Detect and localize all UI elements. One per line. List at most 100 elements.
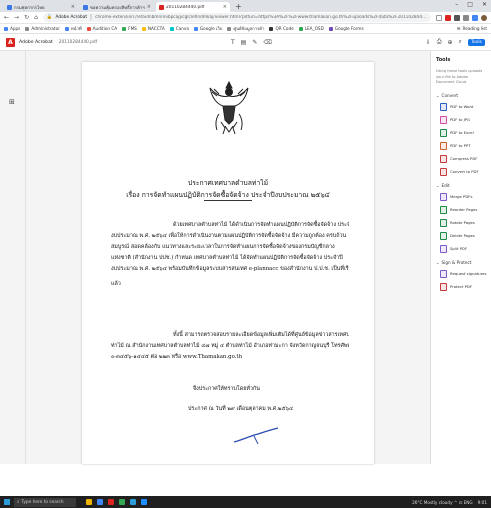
maximize-icon[interactable]: □ bbox=[467, 1, 473, 8]
tab-favicon-icon bbox=[83, 4, 88, 10]
announcement-subject: เรื่อง การจัดทำแผนปฏิบัติการจัดซื้อจัดจ้… bbox=[126, 191, 330, 199]
new-tab-button[interactable]: + bbox=[235, 2, 242, 11]
tool-item[interactable]: Convert to PDF bbox=[436, 167, 487, 176]
reload-icon[interactable]: ↻ bbox=[24, 14, 29, 21]
windows-start-icon[interactable] bbox=[4, 499, 10, 505]
home-icon[interactable]: ⌂ bbox=[34, 14, 38, 21]
tool-item[interactable]: PDF to Word bbox=[436, 102, 487, 111]
tool-label: Protect PDF bbox=[450, 284, 473, 289]
bookmark-item[interactable]: ศูนย์ข้อมูลการค้า bbox=[227, 25, 264, 32]
annotation-tools: T ▤ ✎ ⌫ bbox=[231, 39, 272, 46]
pen-icon[interactable]: ✎ bbox=[252, 39, 257, 46]
left-nav-strip: ⊞ bbox=[0, 51, 26, 464]
tool-item[interactable]: Reorder Pages bbox=[436, 205, 487, 214]
tool-item[interactable]: Request signatures bbox=[436, 269, 487, 278]
zoom-icon[interactable]: ⊕ bbox=[448, 39, 453, 46]
reading-list-button[interactable]: ☰ Reading list bbox=[457, 26, 487, 31]
browser-tab[interactable]: กรมศุลกากรไทย × bbox=[4, 2, 78, 12]
document-viewport[interactable]: ประกาศเทศบาลตำบลท่าไม้ เรื่อง การจัดทำแผ… bbox=[26, 51, 430, 464]
tools-panel-description: Using these tools uploads your file to A… bbox=[436, 69, 483, 84]
tools-panel-title: Tools bbox=[436, 57, 451, 63]
tray-status: 26°C Mostly cloudy ^ ⊡ ENG bbox=[412, 499, 473, 505]
forward-icon[interactable]: → bbox=[14, 14, 19, 21]
bookmark-label: หน้าที่ bbox=[70, 26, 82, 31]
bookmark-favicon-icon bbox=[227, 26, 232, 31]
extension-icon[interactable] bbox=[454, 14, 460, 21]
announcement-title: ประกาศเทศบาลตำบลท่าไม้ bbox=[187, 179, 269, 187]
tool-label: Split PDF bbox=[450, 246, 468, 251]
tool-item[interactable]: PDF to PPT bbox=[436, 141, 487, 150]
bookmark-label: ศูนย์ข้อมูลการค้า bbox=[233, 26, 265, 31]
bookmark-favicon-icon bbox=[64, 26, 69, 31]
tool-label: PDF to JPG bbox=[450, 117, 470, 122]
extension-icon[interactable] bbox=[472, 14, 478, 21]
tool-item[interactable]: PDF to Excel bbox=[436, 128, 487, 137]
pdf-favicon-icon bbox=[159, 4, 164, 10]
minimize-icon[interactable]: – bbox=[455, 1, 458, 8]
bookmark-item[interactable]: Audition CA bbox=[86, 26, 118, 31]
taskbar-app-icon[interactable] bbox=[141, 499, 147, 505]
reading-list-icon: ☰ bbox=[456, 26, 461, 31]
bookmark-favicon-icon bbox=[328, 26, 333, 31]
taskbar-app-icon[interactable] bbox=[86, 499, 92, 505]
bookmark-label: Audition CA bbox=[92, 26, 118, 31]
tool-item[interactable]: Split PDF bbox=[436, 244, 487, 253]
tool-item[interactable]: Merge PDFs bbox=[436, 192, 487, 201]
tools-panel: Tools Using these tools uploads your fil… bbox=[430, 51, 491, 464]
back-icon[interactable]: ← bbox=[4, 14, 9, 21]
print-icon[interactable]: ⎙ bbox=[437, 38, 442, 46]
tool-item[interactable]: PDF to JPG bbox=[436, 115, 487, 124]
bookmark-item[interactable]: Canva bbox=[169, 26, 189, 31]
page-thumbnail-icon[interactable]: ⊞ bbox=[9, 98, 15, 106]
extension-icon[interactable] bbox=[445, 14, 451, 21]
bookmark-item[interactable]: Google Forms bbox=[328, 26, 364, 31]
window-controls: – □ ✕ bbox=[455, 1, 487, 8]
bookmark-item[interactable]: หน้าที่ bbox=[64, 25, 82, 32]
extension-icons bbox=[436, 14, 487, 21]
paragraph-1: ด้วยเทศบาลตำบลท่าไม้ ได้ดำเนินการจัดทำแผ… bbox=[111, 220, 349, 275]
bookmark-item[interactable]: Apps bbox=[4, 26, 20, 31]
close-tab-icon[interactable]: × bbox=[147, 4, 151, 10]
close-window-icon[interactable]: ✕ bbox=[482, 1, 487, 8]
bookmark-item[interactable]: NACCTA bbox=[141, 26, 165, 31]
close-tab-icon[interactable]: × bbox=[71, 4, 75, 10]
erase-icon[interactable]: ⌫ bbox=[263, 39, 271, 46]
browser-tab-active[interactable]: 20110284440.pdf × bbox=[156, 2, 230, 12]
tool-item[interactable]: Delete Pages bbox=[436, 231, 487, 240]
bookmark-item[interactable]: LEA_OSD bbox=[298, 26, 324, 31]
taskbar-app-icon[interactable] bbox=[130, 499, 136, 505]
tools-button[interactable]: Tools bbox=[467, 38, 485, 46]
address-bar-row: ← → ↻ ⌂ 🔒 Adobe Acrobat | chrome-extensi… bbox=[0, 12, 491, 24]
tool-item[interactable]: Protect PDF bbox=[436, 282, 487, 291]
bookmark-label: LEA_OSD bbox=[304, 26, 324, 31]
tools-section-label: Convert bbox=[441, 92, 459, 98]
extension-icon[interactable] bbox=[463, 14, 469, 21]
taskbar-app-icon[interactable] bbox=[108, 499, 114, 505]
omnibox[interactable]: 🔒 Adobe Acrobat | chrome-extension://efa… bbox=[42, 13, 431, 22]
taskbar-search-input[interactable]: ⌕ Type here to search bbox=[14, 497, 76, 507]
tool-icon bbox=[440, 282, 447, 291]
highlight-icon[interactable]: ▤ bbox=[241, 39, 247, 46]
star-icon[interactable] bbox=[436, 14, 442, 21]
bookmark-favicon-icon bbox=[25, 26, 30, 31]
tool-label: Merge PDFs bbox=[450, 194, 473, 199]
taskbar-app-icon[interactable] bbox=[119, 499, 125, 505]
bookmark-item[interactable]: Google เว็บ bbox=[193, 25, 222, 32]
tool-item[interactable]: Compress PDF bbox=[436, 154, 487, 163]
bookmark-item[interactable]: FMS bbox=[122, 26, 137, 31]
close-tab-icon[interactable]: × bbox=[223, 4, 227, 10]
tools-section-header[interactable]: ⌄ Sign & Protect bbox=[436, 260, 487, 265]
tools-section-header[interactable]: ⌄ Convert bbox=[436, 93, 487, 98]
taskbar-app-icon[interactable] bbox=[97, 499, 103, 505]
profile-avatar[interactable] bbox=[481, 14, 487, 21]
bookmark-item[interactable]: Administrator bbox=[25, 26, 60, 31]
text-tool-icon[interactable]: T bbox=[231, 39, 235, 46]
bookmark-favicon-icon bbox=[169, 26, 174, 31]
tool-item[interactable]: Rotate Pages bbox=[436, 218, 487, 227]
tool-label: Reorder Pages bbox=[450, 207, 478, 212]
download-icon[interactable]: ⇩ bbox=[426, 39, 431, 46]
tools-section-header[interactable]: ⌄ Edit bbox=[436, 183, 487, 188]
search-icon[interactable]: ⌕ bbox=[459, 38, 462, 46]
bookmark-item[interactable]: QR Code bbox=[269, 26, 294, 31]
browser-tab[interactable]: ขอความคุ้มครองสิทธิ์การค้าฯ × bbox=[80, 2, 154, 12]
